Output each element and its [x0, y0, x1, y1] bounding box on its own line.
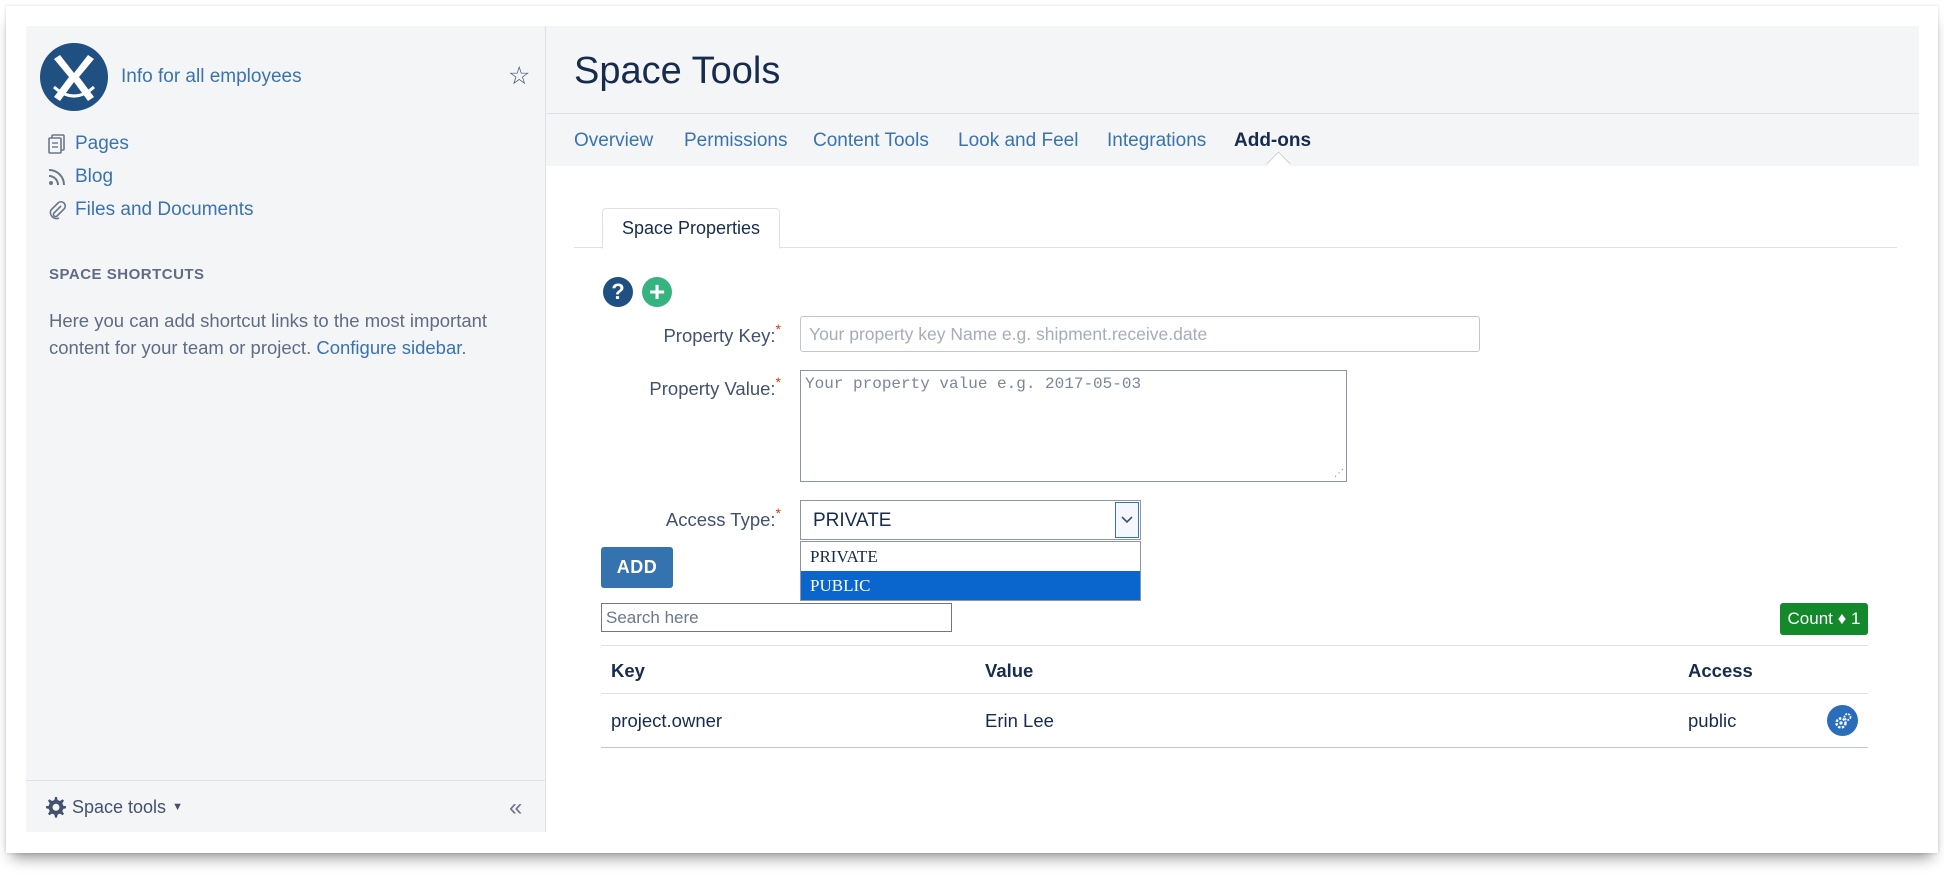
tab-integrations[interactable]: Integrations	[1107, 130, 1206, 152]
access-type-select[interactable]: PRIVATE	[800, 500, 1141, 540]
space-tools-button[interactable]: Space tools ▼	[44, 796, 183, 818]
sidebar-footer: Space tools ▼ «	[26, 780, 545, 833]
property-key-label: Property Key:*	[581, 321, 781, 347]
tab-add-ons[interactable]: Add-ons	[1234, 130, 1311, 152]
tab-look-and-feel[interactable]: Look and Feel	[958, 130, 1078, 152]
row-settings-gear-icon[interactable]	[1827, 705, 1858, 736]
property-value-label: Property Value:*	[581, 374, 781, 400]
cell-key: project.owner	[611, 710, 723, 731]
column-header-key[interactable]: Key	[611, 660, 645, 682]
configure-sidebar-link[interactable]: Configure sidebar	[316, 337, 461, 358]
access-type-selected: PRIVATE	[813, 510, 892, 531]
sidebar-item-label: Files and Documents	[75, 199, 254, 220]
tab-space-properties[interactable]: Space Properties	[602, 208, 780, 249]
count-badge[interactable]: Count ♦ 1	[1780, 603, 1868, 635]
collapse-sidebar-icon[interactable]: «	[509, 794, 522, 822]
cell-access: public	[1688, 710, 1737, 731]
option-public[interactable]: PUBLIC	[801, 571, 1140, 600]
space-tools-tabs: Overview Permissions Content Tools Look …	[546, 113, 1919, 167]
tab-content-tools[interactable]: Content Tools	[813, 130, 929, 152]
help-icon[interactable]: ?	[603, 277, 633, 307]
sidebar-item-label: Blog	[75, 166, 114, 187]
property-key-label-text: Property Key:	[663, 325, 776, 346]
add-button[interactable]: ADD	[601, 547, 673, 588]
space-logo[interactable]	[40, 43, 108, 111]
sidebar: Info for all employees ☆ Pages Blog File…	[26, 26, 546, 832]
property-value-textarea[interactable]	[800, 370, 1347, 482]
add-property-icon[interactable]: +	[642, 277, 672, 307]
access-type-label-text: Access Type:	[665, 509, 776, 530]
option-private[interactable]: PRIVATE	[801, 542, 1140, 571]
caret-down-icon: ▼	[172, 801, 183, 813]
access-type-label: Access Type:*	[581, 505, 781, 531]
star-icon[interactable]: ☆	[508, 61, 530, 91]
chevron-down-icon[interactable]	[1115, 502, 1139, 538]
required-mark: *	[775, 374, 781, 390]
properties-table: Key Value Access project.owner Erin Lee …	[601, 645, 1868, 748]
search-input[interactable]	[601, 603, 952, 632]
sidebar-item-files[interactable]: Files and Documents	[46, 199, 253, 221]
rss-icon	[46, 166, 68, 188]
gear-icon	[44, 796, 66, 818]
tab-permissions[interactable]: Permissions	[684, 130, 787, 152]
required-mark: *	[775, 505, 781, 521]
property-key-input[interactable]	[800, 316, 1480, 352]
space-shortcuts-text: Here you can add shortcut links to the m…	[49, 307, 529, 361]
column-header-access[interactable]: Access	[1688, 660, 1753, 682]
sidebar-item-pages[interactable]: Pages	[46, 133, 129, 155]
required-mark: *	[775, 321, 781, 337]
column-header-value[interactable]: Value	[985, 660, 1033, 682]
resize-grip-icon[interactable]: ⋰	[1334, 469, 1344, 479]
property-value-label-text: Property Value:	[649, 378, 776, 399]
table-row: project.owner Erin Lee public	[601, 694, 1868, 748]
sidebar-item-label: Pages	[75, 133, 129, 154]
pages-icon	[46, 133, 68, 155]
access-type-dropdown: PRIVATE PUBLIC	[800, 541, 1141, 601]
sidebar-item-blog[interactable]: Blog	[46, 166, 113, 188]
space-tools-label: Space tools	[72, 796, 167, 817]
table-header: Key Value Access	[601, 645, 1868, 694]
cell-value: Erin Lee	[985, 710, 1054, 731]
space-name-link[interactable]: Info for all employees	[121, 66, 302, 88]
tab-overview[interactable]: Overview	[574, 130, 653, 152]
space-shortcuts-heading: SPACE SHORTCUTS	[49, 266, 205, 283]
shortcuts-period: .	[461, 337, 467, 358]
page-title: Space Tools	[574, 50, 781, 92]
paperclip-icon	[46, 199, 68, 221]
